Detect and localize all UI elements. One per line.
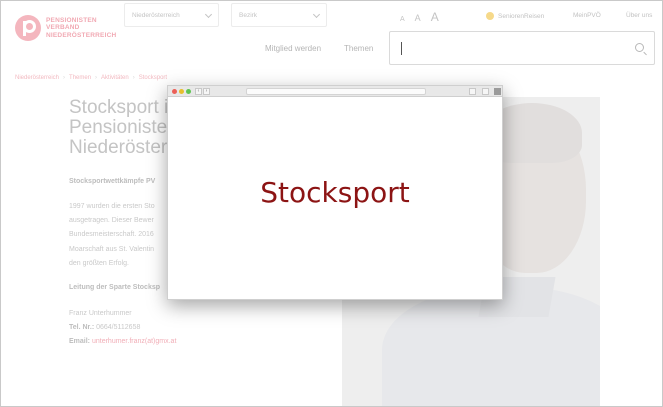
paragraph-line: Bundesmeisterschaft. 2016: [69, 231, 154, 239]
popup-titlebar: ‹ ›: [168, 86, 502, 97]
seniorenreisen-link[interactable]: SeniorenReisen: [486, 12, 544, 20]
popup-title: Stocksport: [260, 176, 410, 209]
nav-themen[interactable]: Themen: [344, 44, 373, 53]
email-link[interactable]: unterhumer.franz(at)gmx.at: [92, 338, 176, 345]
breadcrumb-separator: ›: [95, 75, 98, 81]
breadcrumb-item[interactable]: Niederösterreich: [15, 75, 59, 81]
back-arrow-icon[interactable]: ‹: [195, 88, 202, 95]
minimize-window-icon[interactable]: [179, 89, 184, 94]
paragraph-line: Moarschaft aus St. Valentin: [69, 245, 155, 253]
paragraph-line: ausgetragen. Dieser Bewer: [69, 217, 154, 225]
nav-mitglied-werden[interactable]: Mitglied werden: [265, 44, 321, 53]
chevron-down-icon: [204, 10, 213, 19]
menu-icon[interactable]: [494, 88, 501, 95]
breadcrumb-item: Stocksport: [138, 75, 168, 81]
contact-name: Franz Unterhummer: [69, 310, 132, 317]
forward-arrow-icon[interactable]: ›: [203, 88, 210, 95]
phone-label: Tel. Nr.:: [69, 324, 95, 331]
logo-text: PENSIONISTEN VERBAND NIEDERÖSTERREICH: [46, 17, 116, 40]
region-select-value: Niederösterreich: [132, 12, 180, 19]
popup-address-bar[interactable]: [246, 88, 426, 95]
paragraph-line: den größten Erfolg.: [69, 259, 129, 267]
contact-phone: Tel. Nr.: 0664/5112658: [69, 321, 176, 335]
bezirk-select-value: Bezirk: [239, 12, 258, 19]
font-size-large-button[interactable]: A: [431, 10, 439, 24]
leitung-heading: Leitung der Sparte Stocksp: [69, 284, 161, 291]
phone-value[interactable]: 0664/5112658: [96, 324, 140, 331]
search-input[interactable]: [389, 31, 655, 65]
breadcrumb-separator: ›: [132, 75, 135, 81]
bezirk-select[interactable]: Bezirk: [231, 3, 327, 27]
font-size-controls: A A A: [400, 10, 449, 24]
breadcrumb-separator: ›: [63, 75, 66, 81]
breadcrumb-item[interactable]: Aktivitäten: [101, 75, 129, 81]
close-window-icon[interactable]: [172, 89, 177, 94]
page-frame: PENSIONISTEN VERBAND NIEDERÖSTERREICH Ni…: [0, 0, 663, 407]
logo-line: NIEDERÖSTERREICH: [46, 31, 117, 39]
region-select[interactable]: Niederösterreich: [124, 3, 219, 27]
breadcrumb: Niederösterreich › Themen › Aktivitäten …: [15, 75, 167, 81]
chevron-down-icon: [312, 10, 321, 19]
contact-block: Franz Unterhummer Tel. Nr.: 0664/5112658…: [69, 307, 176, 349]
logo-mark-icon: [15, 15, 41, 41]
contact-email: Email: unterhumer.franz(at)gmx.at: [69, 335, 176, 349]
font-size-small-button[interactable]: A: [400, 16, 405, 23]
email-label: Email:: [69, 338, 91, 345]
search-icon[interactable]: [635, 43, 644, 52]
share-icon[interactable]: [469, 88, 476, 95]
breadcrumb-item[interactable]: Themen: [69, 75, 91, 81]
paragraph-line: 1997 wurden die ersten Sto: [69, 203, 155, 210]
maximize-window-icon[interactable]: [186, 89, 191, 94]
logo[interactable]: PENSIONISTEN VERBAND NIEDERÖSTERREICH: [15, 15, 116, 41]
text-caret: [401, 42, 402, 55]
browser-popup-window[interactable]: ‹ › Stocksport: [167, 85, 503, 300]
ueber-uns-link[interactable]: Über uns: [626, 12, 652, 19]
reload-icon[interactable]: [482, 88, 489, 95]
font-size-medium-button[interactable]: A: [415, 13, 421, 23]
sun-icon: [486, 12, 494, 20]
seniorenreisen-label: SeniorenReisen: [498, 12, 545, 20]
logo-line: VERBAND: [46, 24, 80, 32]
meinpvoe-link[interactable]: MeinPVÖ: [573, 12, 601, 19]
logo-line: PENSIONISTEN: [46, 16, 97, 24]
intro-paragraph: 1997 wurden die ersten Sto ausgetragen. …: [69, 200, 169, 271]
section-subhead: Stocksportwettkämpfe PV: [69, 178, 156, 185]
